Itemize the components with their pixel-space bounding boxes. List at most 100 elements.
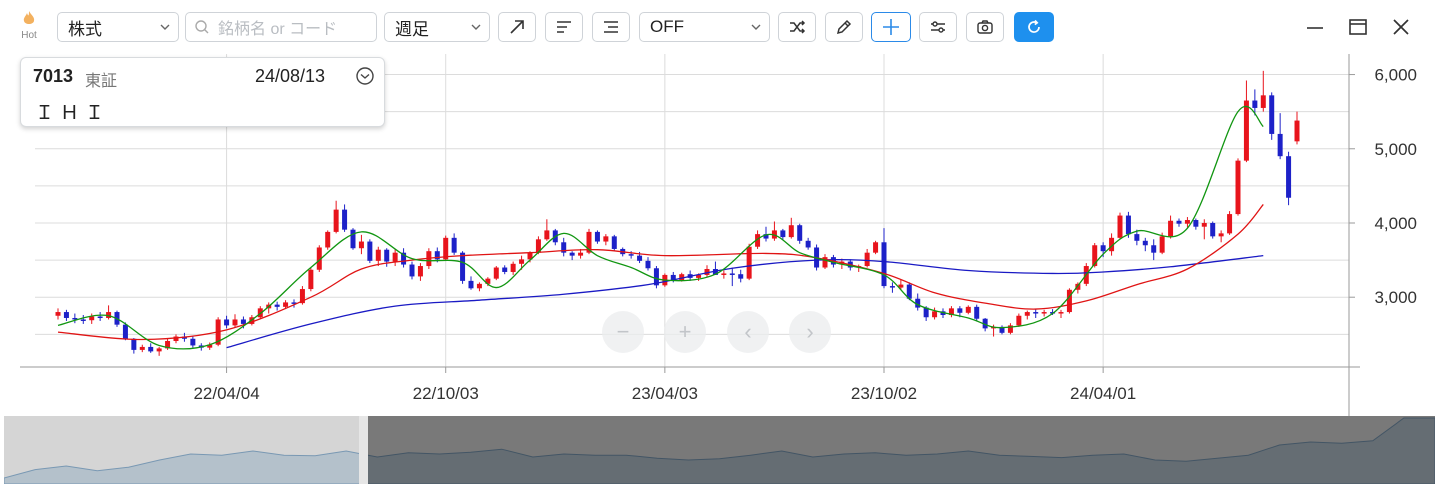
refresh-icon: [1028, 19, 1040, 33]
candle-body: [63, 312, 69, 318]
camera-icon: [977, 20, 993, 34]
candle-body: [1286, 156, 1292, 198]
y-tick-label: 4,000: [1374, 214, 1417, 233]
candle-body: [384, 249, 390, 262]
candle-body: [611, 236, 617, 249]
candle-body: [889, 286, 895, 288]
candle-body: [325, 231, 331, 248]
search-input[interactable]: 銘柄名 or コード: [218, 15, 337, 39]
candle-body: [1227, 214, 1233, 234]
candle-body: [965, 306, 971, 313]
candle-body: [89, 316, 95, 321]
y-tick-label: 5,000: [1374, 140, 1417, 159]
candle-body: [1142, 240, 1148, 246]
stock-info-card: 7013 東証 24/08/13 ＩＨＩ: [20, 57, 385, 127]
y-tick-label: 3,000: [1374, 288, 1417, 307]
search-field[interactable]: 銘柄名 or コード: [185, 12, 377, 42]
screenshot-button[interactable]: [966, 12, 1004, 42]
zoom-out-button[interactable]: −: [602, 311, 644, 353]
y-tick-label: 6,000: [1374, 66, 1417, 85]
candle-body: [224, 319, 230, 326]
candle-body: [131, 338, 137, 350]
candle-body: [603, 236, 609, 242]
candle-body: [873, 242, 879, 253]
zoom-in-button[interactable]: +: [664, 311, 706, 353]
candle-body: [510, 263, 516, 272]
toolbar: Hot 株式 銘柄名 or コード 週足 OFF: [0, 0, 1439, 54]
market-type-value: 株式: [68, 19, 102, 39]
range-navigator[interactable]: [4, 416, 1435, 484]
candle-body: [1252, 100, 1258, 108]
ma-mid-line: [57, 204, 1264, 341]
candle-body: [1100, 245, 1106, 252]
scroll-left-button[interactable]: ‹: [727, 311, 769, 353]
candle-body: [1210, 222, 1216, 237]
candle-body: [805, 240, 811, 248]
minimize-icon[interactable]: [1304, 16, 1326, 38]
candle-body: [1134, 234, 1140, 241]
candle-body: [122, 324, 128, 339]
candle-body: [417, 266, 423, 277]
expand-circle-icon[interactable]: [355, 66, 375, 86]
align-left-button[interactable]: [545, 12, 583, 42]
indicator-select[interactable]: OFF: [639, 12, 770, 42]
candle-body: [788, 225, 794, 238]
candle-body: [1125, 215, 1131, 235]
candle-body: [519, 259, 525, 264]
settings-button[interactable]: [919, 12, 957, 42]
period-select[interactable]: 週足: [384, 12, 490, 42]
trendline-button[interactable]: [498, 12, 536, 42]
candle-body: [460, 252, 466, 281]
candle-body: [350, 229, 356, 249]
maximize-icon[interactable]: [1347, 16, 1369, 38]
candle-body: [1033, 312, 1039, 314]
crosshair-button[interactable]: [871, 12, 911, 42]
align-left-icon: [557, 21, 571, 33]
candle-body: [156, 348, 162, 352]
align-right-button[interactable]: [592, 12, 630, 42]
candle-body: [1058, 312, 1064, 314]
candle-body: [476, 283, 482, 289]
candle-body: [308, 269, 314, 290]
refresh-button[interactable]: [1014, 12, 1054, 42]
candle-body: [1218, 233, 1224, 237]
ma-short-line: [57, 105, 1264, 350]
market-label: 東証: [85, 73, 118, 90]
candle-body: [864, 252, 870, 267]
candle-body: [1269, 95, 1275, 134]
candle-body: [628, 254, 634, 256]
search-icon: [195, 20, 209, 34]
x-tick-label: 24/04/01: [1070, 384, 1136, 403]
candle-body: [283, 302, 289, 307]
hot-button[interactable]: Hot: [14, 10, 44, 46]
stock-code: 7013: [33, 66, 74, 86]
candle-body: [139, 346, 145, 350]
crosshair-icon: [883, 19, 899, 35]
indicator-value: OFF: [650, 17, 684, 36]
candle-body: [569, 252, 575, 256]
candle-body: [80, 319, 86, 321]
market-type-select[interactable]: 株式: [57, 12, 179, 42]
navigator-unselected: [4, 416, 359, 484]
navigator-selected-range: [368, 416, 1435, 484]
candle-body: [957, 308, 963, 313]
scroll-right-button[interactable]: ›: [789, 311, 831, 353]
sliders-icon: [931, 21, 945, 33]
draw-button[interactable]: [825, 12, 863, 42]
candle-body: [375, 249, 381, 261]
candle-body: [342, 209, 348, 230]
candle-body: [544, 230, 550, 240]
candle-body: [1184, 220, 1190, 224]
info-date: 24/08/13: [255, 66, 326, 86]
candle-body: [881, 242, 887, 287]
candle-body: [1016, 315, 1022, 326]
close-icon[interactable]: [1390, 16, 1412, 38]
compare-button[interactable]: [778, 12, 816, 42]
candle-body: [190, 338, 196, 346]
candle-body: [367, 241, 373, 261]
candle-body: [1235, 160, 1241, 215]
candle-body: [148, 346, 154, 352]
candle-body: [1168, 220, 1174, 237]
candle-body: [637, 255, 643, 261]
candle-body: [1294, 120, 1300, 142]
